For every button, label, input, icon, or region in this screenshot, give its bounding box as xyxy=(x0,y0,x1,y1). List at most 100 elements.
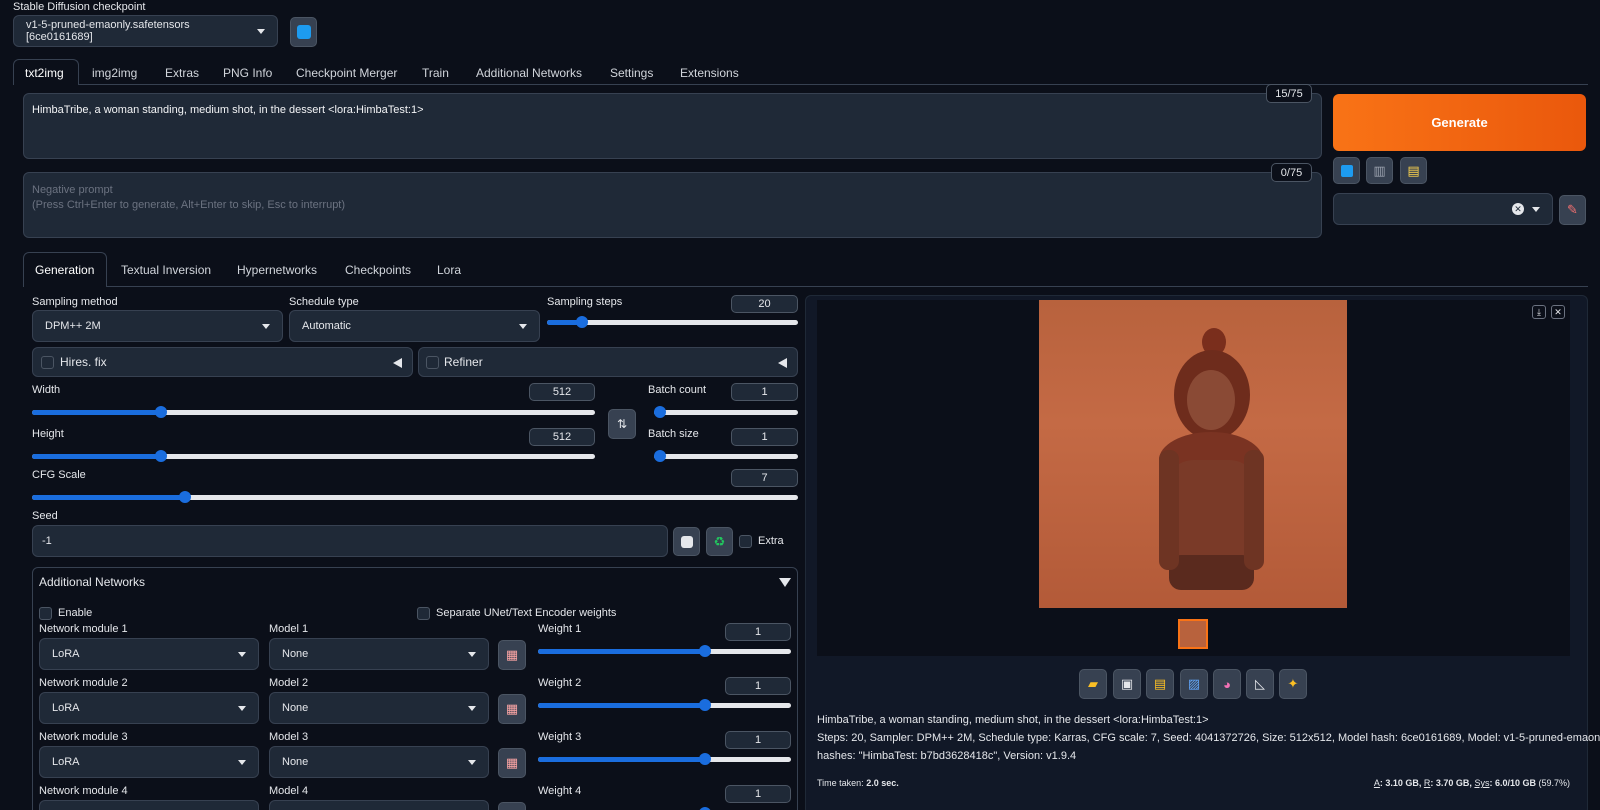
separate-weights-checkbox[interactable] xyxy=(417,607,430,620)
sampling-steps-input[interactable]: 20 xyxy=(731,295,798,313)
network-module-dropdown[interactable]: LoRA xyxy=(39,746,259,778)
clear-icon[interactable]: ✕ xyxy=(1512,203,1524,215)
weight-label: Weight 3 xyxy=(538,731,582,743)
weight-input[interactable]: 1 xyxy=(725,677,791,695)
batch-count-input[interactable]: 1 xyxy=(731,383,798,401)
network-module-label: Network module 3 xyxy=(39,731,128,743)
weight-input[interactable]: 1 xyxy=(725,731,791,749)
send-to-img2img-button[interactable]: ▨ xyxy=(1180,669,1208,699)
tab-train[interactable]: Train xyxy=(422,66,449,80)
batch-size-slider[interactable] xyxy=(654,448,798,464)
send-to-extras-button[interactable]: ◺ xyxy=(1246,669,1274,699)
refresh-icon xyxy=(296,25,311,39)
tab-settings[interactable]: Settings xyxy=(610,66,653,80)
tab-additional-networks[interactable]: Additional Networks xyxy=(476,66,582,80)
tab-txt2img[interactable]: txt2img xyxy=(25,66,64,80)
refresh-checkpoint-button[interactable] xyxy=(290,17,317,47)
random-seed-button[interactable] xyxy=(673,527,700,556)
sampling-steps-label: Sampling steps xyxy=(547,296,623,308)
sparkles-icon: ✦ xyxy=(1287,676,1299,691)
model-refresh-button[interactable]: ▦ xyxy=(498,802,526,810)
model-refresh-button[interactable]: ▦ xyxy=(498,640,526,670)
batch-count-slider[interactable] xyxy=(654,404,798,420)
weight-slider[interactable] xyxy=(538,697,791,713)
tab-checkpoint-merger[interactable]: Checkpoint Merger xyxy=(296,66,397,80)
collapse-arrow-icon[interactable] xyxy=(393,358,402,368)
open-folder-button[interactable]: ▰ xyxy=(1079,669,1107,699)
seed-input[interactable]: -1 xyxy=(32,525,668,557)
styles-dropdown[interactable]: ✕ xyxy=(1333,193,1553,225)
refiner-checkbox[interactable] xyxy=(426,356,439,369)
reuse-seed-button[interactable]: ♻ xyxy=(706,527,733,556)
upscale-button[interactable]: ✦ xyxy=(1279,669,1307,699)
hires-fix-accordion[interactable]: Hires. fix xyxy=(32,347,413,377)
checkpoint-dropdown[interactable]: v1-5-pruned-emaonly.safetensors [6ce0161… xyxy=(13,15,278,47)
model-dropdown[interactable]: None xyxy=(269,800,489,810)
tab-png-info[interactable]: PNG Info xyxy=(223,66,272,80)
send-to-inpaint-button[interactable]: ◕ xyxy=(1213,669,1241,699)
tab-checkpoints[interactable]: Checkpoints xyxy=(345,263,411,277)
collapse-arrow-icon[interactable] xyxy=(779,578,791,587)
sampling-steps-slider[interactable] xyxy=(547,314,798,330)
model-refresh-button[interactable]: ▦ xyxy=(498,694,526,724)
model-dropdown[interactable]: None xyxy=(269,638,489,670)
width-input[interactable]: 512 xyxy=(529,383,595,401)
swap-dimensions-button[interactable]: ⇅ xyxy=(608,409,636,439)
time-taken-value: 2.0 sec. xyxy=(866,778,899,788)
generate-button[interactable]: Generate xyxy=(1333,94,1586,151)
weight-slider[interactable] xyxy=(538,643,791,659)
an-enable-checkbox[interactable] xyxy=(39,607,52,620)
tab-lora[interactable]: Lora xyxy=(437,263,461,277)
generated-image[interactable] xyxy=(1039,300,1347,608)
cfg-scale-input[interactable]: 7 xyxy=(731,469,798,487)
schedule-type-dropdown[interactable]: Automatic xyxy=(289,310,540,342)
network-module-dropdown[interactable]: LoRA xyxy=(39,800,259,810)
batch-size-input[interactable]: 1 xyxy=(731,428,798,446)
model-dropdown[interactable]: None xyxy=(269,692,489,724)
woman-figure xyxy=(1159,328,1264,590)
tab-extensions[interactable]: Extensions xyxy=(680,66,739,80)
batch-count-label: Batch count xyxy=(648,384,707,396)
tab-extras[interactable]: Extras xyxy=(165,66,199,80)
negative-prompt-textarea[interactable]: Negative prompt (Press Ctrl+Enter to gen… xyxy=(23,172,1322,238)
weight-input[interactable]: 1 xyxy=(725,623,791,641)
an-enable-label: Enable xyxy=(58,607,93,619)
collapse-arrow-icon[interactable] xyxy=(778,358,787,368)
download-icon[interactable]: ⤓ xyxy=(1532,305,1546,319)
chevron-down-icon xyxy=(262,323,270,329)
network-module-dropdown[interactable]: LoRA xyxy=(39,692,259,724)
gallery-thumbnail[interactable] xyxy=(1178,619,1208,649)
mem-sys-value: : 6.0/10 GB xyxy=(1489,778,1536,788)
tab-textual-inversion[interactable]: Textual Inversion xyxy=(121,263,211,277)
additional-networks-title[interactable]: Additional Networks xyxy=(39,575,145,589)
cfg-scale-slider[interactable] xyxy=(32,489,798,505)
tab-generation[interactable]: Generation xyxy=(35,263,94,277)
edit-styles-button[interactable]: ✎ xyxy=(1559,195,1586,225)
model-dropdown[interactable]: None xyxy=(269,746,489,778)
width-slider[interactable] xyxy=(32,404,595,420)
prompt-textarea[interactable]: HimbaTribe, a woman standing, medium sho… xyxy=(23,93,1322,159)
seed-extra-checkbox[interactable] xyxy=(739,535,752,548)
tab-hypernetworks[interactable]: Hypernetworks xyxy=(237,263,317,277)
style-apply-button[interactable] xyxy=(1333,157,1360,184)
brush-icon: ✎ xyxy=(1567,202,1578,217)
weight-input[interactable]: 1 xyxy=(725,785,791,803)
refiner-accordion[interactable]: Refiner xyxy=(418,347,798,377)
sampling-method-dropdown[interactable]: DPM++ 2M xyxy=(32,310,283,342)
model-value: None xyxy=(282,702,309,714)
folder-icon: ▰ xyxy=(1088,676,1098,691)
network-module-dropdown[interactable]: LoRA xyxy=(39,638,259,670)
weight-slider[interactable] xyxy=(538,751,791,767)
paste-button[interactable]: ▤ xyxy=(1400,157,1427,184)
zip-button[interactable]: ▤ xyxy=(1146,669,1174,699)
weight-slider[interactable] xyxy=(538,805,791,810)
height-slider[interactable] xyxy=(32,448,595,464)
tab-img2img[interactable]: img2img xyxy=(92,66,137,80)
clear-prompt-button[interactable]: ▥ xyxy=(1366,157,1393,184)
close-icon[interactable]: ✕ xyxy=(1551,305,1565,319)
height-input[interactable]: 512 xyxy=(529,428,595,446)
model-refresh-button[interactable]: ▦ xyxy=(498,748,526,778)
hires-fix-checkbox[interactable] xyxy=(41,356,54,369)
save-button[interactable]: ▣ xyxy=(1113,669,1141,699)
model-label: Model 3 xyxy=(269,731,309,743)
